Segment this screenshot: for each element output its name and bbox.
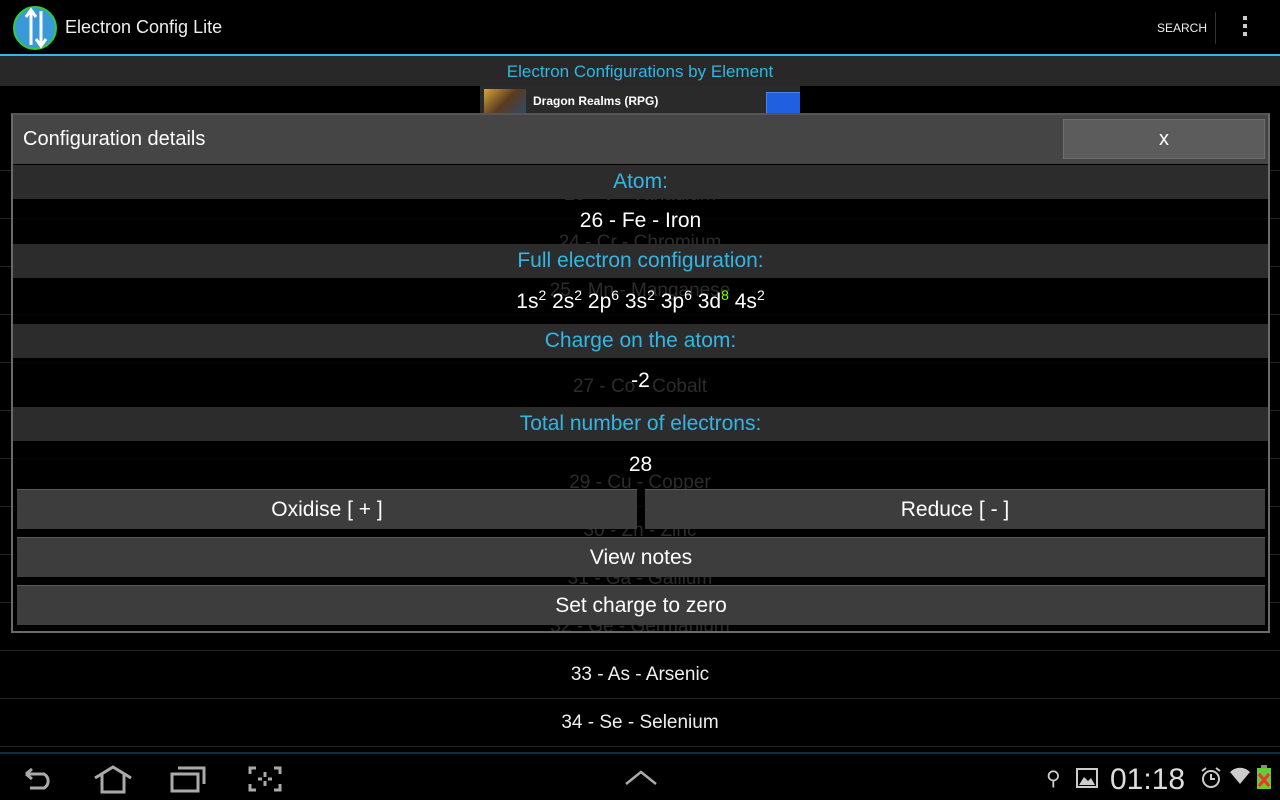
list-item[interactable]: 34 - Se - Selenium	[0, 699, 1280, 747]
chevron-up-icon[interactable]	[624, 768, 658, 788]
electrons-label: Total number of electrons:	[13, 407, 1268, 441]
orbital-name: 2p	[587, 290, 612, 313]
reduce-button[interactable]: Reduce [ - ]	[645, 489, 1265, 529]
electrons-value: 28	[628, 453, 653, 476]
orbital-electrons: 8	[721, 287, 729, 303]
orbital-electrons: 2	[538, 287, 547, 303]
orbital-electrons: 2	[647, 287, 655, 303]
orbital: 2s2	[552, 287, 583, 313]
overflow-menu-icon[interactable]	[1242, 16, 1248, 40]
search-button[interactable]: SEARCH	[1157, 21, 1207, 35]
config-value: 1s2 2s2 2p6 3s2 3p6 3d8 4s2	[13, 287, 1268, 314]
action-bar: Electron Config Lite SEARCH	[0, 0, 1280, 54]
orbital-name: 3s	[624, 290, 648, 313]
orbital-name: 3p	[660, 290, 685, 313]
orbital-electrons: 6	[684, 287, 692, 303]
orbital: 3p6	[660, 287, 692, 313]
app-logo-icon[interactable]	[13, 5, 59, 51]
orbital-name: 2s	[552, 290, 575, 313]
ad-image	[484, 89, 526, 113]
orbital: 2p6	[587, 287, 620, 313]
recent-apps-icon[interactable]	[170, 764, 208, 794]
ad-download-button[interactable]	[766, 92, 800, 113]
orbital: 4s2	[734, 287, 765, 313]
ad-banner[interactable]: Dragon Realms (RPG)	[480, 86, 800, 113]
divider	[1215, 12, 1216, 44]
orbital: 1s2	[516, 287, 547, 313]
orbital: 3s2	[624, 287, 655, 313]
configuration-dialog: Configuration details x Atom: 26 - Fe - …	[11, 113, 1270, 633]
home-icon[interactable]	[92, 764, 134, 794]
system-nav-bar: ⚲ 01:18	[0, 752, 1280, 800]
charge-value: -2	[631, 369, 650, 392]
orbital-electrons: 2	[574, 287, 583, 303]
battery-icon	[1257, 765, 1271, 789]
oxidise-button[interactable]: Oxidise [ + ]	[17, 489, 637, 529]
alarm-icon	[1201, 767, 1221, 788]
set-charge-zero-button[interactable]: Set charge to zero	[17, 585, 1265, 625]
list-item[interactable]: 33 - As - Arsenic	[0, 651, 1280, 699]
page-title: Electron Configurations by Element	[0, 56, 1280, 86]
back-icon[interactable]	[22, 766, 56, 792]
close-button[interactable]: x	[1063, 119, 1265, 159]
view-notes-button[interactable]: View notes	[17, 537, 1265, 577]
orbital-name: 3d	[697, 290, 722, 313]
orbital-electrons: 2	[756, 287, 765, 303]
image-notification-icon	[1076, 768, 1098, 788]
atom-label: Atom:	[13, 165, 1268, 199]
usb-icon: ⚲	[1046, 768, 1061, 790]
wifi-icon	[1230, 767, 1250, 784]
atom-value: 26 - Fe - Iron	[579, 209, 702, 232]
ad-title: Dragon Realms (RPG)	[533, 94, 659, 108]
config-label: Full electron configuration:	[13, 244, 1268, 278]
charge-label: Charge on the atom:	[13, 324, 1268, 358]
screenshot-icon[interactable]	[248, 766, 282, 792]
app-title: Electron Config Lite	[65, 17, 223, 37]
orbital: 3d8	[697, 287, 729, 313]
clock: 01:18	[1110, 763, 1186, 796]
orbital-name: 1s	[516, 290, 539, 313]
orbital-name: 4s	[734, 290, 757, 313]
orbital-electrons: 6	[611, 287, 620, 303]
